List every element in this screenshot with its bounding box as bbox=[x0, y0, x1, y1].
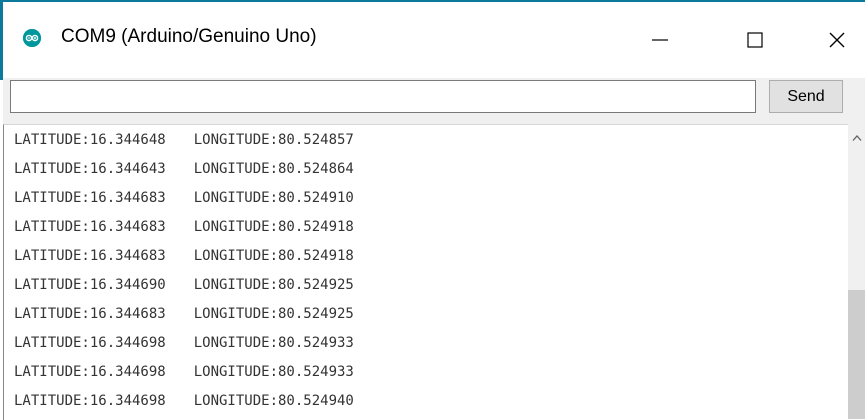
scroll-thumb[interactable] bbox=[848, 290, 865, 419]
send-toolbar: Send bbox=[3, 78, 865, 126]
latitude-value: LATITUDE:16.344683 bbox=[14, 306, 166, 322]
scroll-up-button[interactable] bbox=[848, 130, 865, 146]
longitude-value: LONGITUDE:80.524933 bbox=[193, 364, 354, 380]
serial-input[interactable] bbox=[10, 80, 756, 113]
latitude-value: LATITUDE:16.344683 bbox=[14, 190, 166, 206]
output-line: LATITUDE:16.344683 LONGITUDE:80.524910 bbox=[14, 190, 354, 214]
latitude-value: LATITUDE:16.344698 bbox=[14, 335, 166, 351]
close-icon bbox=[829, 32, 845, 48]
output-line: LATITUDE:16.344648 LONGITUDE:80.524857 bbox=[14, 132, 354, 156]
longitude-value: LONGITUDE:80.524910 bbox=[193, 190, 354, 206]
output-line: LATITUDE:16.344698 LONGITUDE:80.524933 bbox=[14, 364, 354, 388]
longitude-value: LONGITUDE:80.524864 bbox=[193, 161, 354, 177]
latitude-value: LATITUDE:16.344648 bbox=[14, 132, 166, 148]
maximize-button[interactable] bbox=[725, 2, 785, 78]
output-line: LATITUDE:16.344698 LONGITUDE:80.524940 bbox=[14, 393, 354, 417]
latitude-value: LATITUDE:16.344698 bbox=[14, 364, 166, 380]
chevron-up-icon bbox=[852, 135, 861, 141]
longitude-value: LONGITUDE:80.524857 bbox=[193, 132, 354, 148]
longitude-value: LONGITUDE:80.524925 bbox=[193, 306, 354, 322]
output-line: LATITUDE:16.344683 LONGITUDE:80.524918 bbox=[14, 248, 354, 272]
minimize-button[interactable] bbox=[630, 2, 690, 78]
window-title: COM9 (Arduino/Genuino Uno) bbox=[61, 26, 317, 47]
arduino-icon bbox=[23, 29, 41, 47]
output-line: LATITUDE:16.344643 LONGITUDE:80.524864 bbox=[14, 161, 354, 185]
output-line: LATITUDE:16.344690 LONGITUDE:80.524925 bbox=[14, 277, 354, 301]
latitude-value: LATITUDE:16.344643 bbox=[14, 161, 166, 177]
minimize-icon bbox=[652, 39, 668, 41]
longitude-value: LONGITUDE:80.524918 bbox=[193, 219, 354, 235]
latitude-value: LATITUDE:16.344683 bbox=[14, 219, 166, 235]
latitude-value: LATITUDE:16.344698 bbox=[14, 393, 166, 409]
longitude-value: LONGITUDE:80.524940 bbox=[193, 393, 354, 409]
output-line: LATITUDE:16.344698 LONGITUDE:80.524933 bbox=[14, 335, 354, 359]
longitude-value: LONGITUDE:80.524918 bbox=[193, 248, 354, 264]
latitude-value: LATITUDE:16.344683 bbox=[14, 248, 166, 264]
serial-output[interactable]: LATITUDE:16.344648 LONGITUDE:80.524857 LA… bbox=[3, 124, 849, 420]
maximize-icon bbox=[747, 32, 763, 48]
vertical-scrollbar[interactable] bbox=[848, 124, 865, 419]
close-button[interactable] bbox=[807, 2, 865, 78]
send-button[interactable]: Send bbox=[769, 80, 843, 113]
latitude-value: LATITUDE:16.344690 bbox=[14, 277, 166, 293]
output-line: LATITUDE:16.344683 LONGITUDE:80.524918 bbox=[14, 219, 354, 243]
output-line: LATITUDE:16.344683 LONGITUDE:80.524925 bbox=[14, 306, 354, 330]
longitude-value: LONGITUDE:80.524933 bbox=[193, 335, 354, 351]
longitude-value: LONGITUDE:80.524925 bbox=[193, 277, 354, 293]
